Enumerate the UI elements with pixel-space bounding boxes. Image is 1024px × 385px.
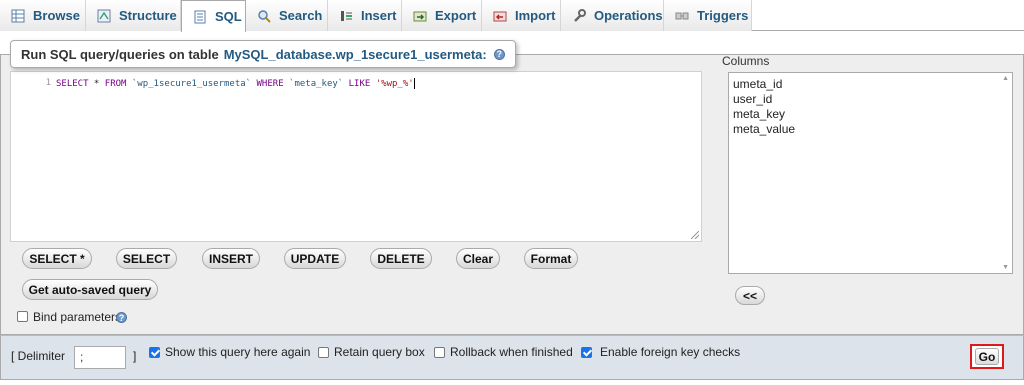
sql-string: '%wp_%' <box>370 79 414 89</box>
sql-keyword: SELECT <box>56 79 89 89</box>
tab-search[interactable]: Search <box>246 0 328 31</box>
scroll-up-icon[interactable]: ▲ <box>1002 75 1009 82</box>
tab-browse[interactable]: Browse <box>0 0 86 31</box>
delimiter-label: [ Delimiter <box>11 349 66 363</box>
tab-label: Browse <box>33 8 80 23</box>
delete-button[interactable]: DELETE <box>370 248 432 269</box>
sql-star: * <box>88 79 105 89</box>
insert-column-button[interactable]: << <box>735 286 765 305</box>
update-button[interactable]: UPDATE <box>284 248 346 269</box>
insert-icon <box>338 8 354 24</box>
tab-label: Search <box>279 8 323 23</box>
tab-label: Triggers <box>697 8 749 23</box>
tab-import[interactable]: Import <box>482 0 561 31</box>
tab-bar: Browse Structure SQL Search Insert Expor… <box>0 0 1024 32</box>
sql-column: `meta_key` <box>283 79 349 89</box>
column-option[interactable]: meta_key <box>733 107 785 121</box>
column-option[interactable]: user_id <box>733 92 772 106</box>
select-button[interactable]: SELECT <box>116 248 177 269</box>
tab-label: Import <box>515 8 556 23</box>
bind-parameters-label: Bind parameters <box>33 310 122 324</box>
help-icon[interactable]: ? <box>116 312 127 323</box>
triggers-icon <box>674 8 690 24</box>
search-icon <box>256 8 272 24</box>
tab-label: Structure <box>119 8 177 23</box>
legend-prefix: Run SQL query/queries on table <box>21 46 219 62</box>
sql-keyword: FROM <box>104 79 127 89</box>
query-options-bar: [ Delimiter ; ] Show this query here aga… <box>0 335 1024 380</box>
bind-parameters-checkbox[interactable] <box>17 311 28 322</box>
format-button[interactable]: Format <box>524 248 578 269</box>
delimiter-input[interactable]: ; <box>74 346 126 369</box>
foreign-key-checks-label: Enable foreign key checks <box>600 345 741 359</box>
sql-keyword: WHERE <box>256 79 284 89</box>
browse-icon <box>10 8 26 24</box>
help-icon[interactable]: ? <box>493 48 505 60</box>
show-query-again-label: Show this query here again <box>165 345 311 359</box>
sql-table: `wp_1secure1_usermeta` <box>126 79 257 89</box>
rollback-label: Rollback when finished <box>450 345 573 359</box>
insert-button[interactable]: INSERT <box>202 248 260 269</box>
delimiter-close: ] <box>133 349 137 363</box>
retain-query-box-checkbox[interactable] <box>318 347 329 358</box>
select-star-button[interactable]: SELECT * <box>22 248 92 269</box>
go-button[interactable]: Go <box>975 348 999 365</box>
tab-triggers[interactable]: Triggers <box>664 0 752 31</box>
import-icon <box>492 8 508 24</box>
columns-label: Columns <box>722 54 770 68</box>
clear-button[interactable]: Clear <box>456 248 500 269</box>
text-cursor <box>413 78 415 89</box>
tab-label: Export <box>435 8 477 23</box>
query-legend: Run SQL query/queries on table MySQL_dat… <box>10 40 516 68</box>
column-option[interactable]: umeta_id <box>733 77 782 91</box>
tab-export[interactable]: Export <box>402 0 482 31</box>
rollback-checkbox[interactable] <box>434 347 445 358</box>
foreign-key-checks-checkbox[interactable] <box>581 347 592 358</box>
tab-label: Insert <box>361 8 397 23</box>
line-number: 1 <box>45 78 51 88</box>
tab-label: Operations <box>594 8 663 23</box>
sql-editor[interactable]: 1 SELECT * FROM `wp_1secure1_usermeta` W… <box>10 71 702 242</box>
resize-grip-icon[interactable] <box>691 231 699 239</box>
export-icon <box>412 8 428 24</box>
sql-code-line: SELECT * FROM `wp_1secure1_usermeta` WHE… <box>56 78 415 89</box>
column-option[interactable]: meta_value <box>733 122 795 136</box>
line-gutter: 1 <box>11 72 51 241</box>
get-autosaved-query-button[interactable]: Get auto-saved query <box>22 279 158 300</box>
sql-icon <box>192 9 208 25</box>
sql-keyword: LIKE <box>348 79 371 89</box>
retain-query-box-label: Retain query box <box>334 345 425 359</box>
table-name-link[interactable]: MySQL_database.wp_1secure1_usermeta: <box>224 47 487 62</box>
wrench-icon <box>571 8 587 24</box>
tab-insert[interactable]: Insert <box>328 0 402 31</box>
go-button-highlight: Go <box>970 344 1004 369</box>
show-query-again-checkbox[interactable] <box>149 347 160 358</box>
tab-label: SQL <box>215 9 242 24</box>
tab-structure[interactable]: Structure <box>86 0 181 31</box>
structure-icon <box>96 8 112 24</box>
tab-sql[interactable]: SQL <box>181 0 246 32</box>
tab-operations[interactable]: Operations <box>561 0 664 31</box>
columns-listbox[interactable]: umeta_id user_id meta_key meta_value ▲ ▼ <box>728 72 1013 274</box>
scroll-down-icon[interactable]: ▼ <box>1002 264 1009 271</box>
